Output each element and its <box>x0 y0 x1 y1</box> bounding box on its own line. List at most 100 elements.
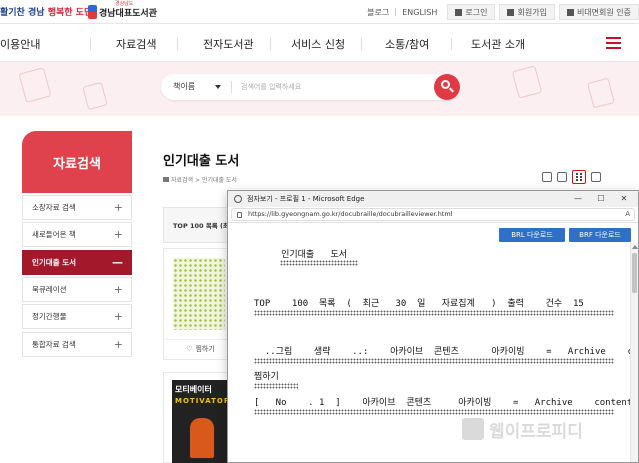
blog-link[interactable]: 블로그 <box>361 7 395 18</box>
braille-dots <box>254 358 614 364</box>
watermark: 웹이프로피디 <box>462 414 583 444</box>
menu-icon[interactable] <box>606 37 621 49</box>
sidebar-item-curation[interactable]: 북큐레이션 + <box>22 277 132 302</box>
page: 활기찬 경남 행복한 도민 경남대표도서관 경상남도 블로그 ENGLISH 로… <box>0 0 639 463</box>
join-button[interactable]: 회원가입 <box>499 4 555 20</box>
top-utility-bar: 활기찬 경남 행복한 도민 경남대표도서관 경상남도 블로그 ENGLISH 로… <box>0 0 639 24</box>
divider <box>90 38 91 50</box>
sidebar-item-integrated[interactable]: 통합자료 검색 + <box>22 332 132 357</box>
divider <box>361 38 362 50</box>
english-link[interactable]: ENGLISH <box>396 8 443 17</box>
cover-figure <box>190 418 214 458</box>
sidebar-item-periodicals[interactable]: 정기간행물 + <box>22 304 132 329</box>
braille-icon[interactable] <box>572 170 586 184</box>
breadcrumb-text: 자료검색 > 인기대출 도서 <box>171 177 237 184</box>
plus-icon: + <box>113 228 123 241</box>
search-box: 책이름 <box>161 74 461 100</box>
nav-item-elibrary[interactable]: 전자도서관 <box>203 36 254 52</box>
sidebar-item-holdings[interactable]: 소장자료 검색 + <box>22 195 132 220</box>
maximize-icon[interactable]: ☐ <box>595 193 607 205</box>
auth-label: 비대면회원 인증 <box>576 7 631 17</box>
login-button[interactable]: 로그인 <box>447 4 496 20</box>
book-deco-icon <box>587 77 615 109</box>
chevron-down-icon[interactable] <box>215 85 221 89</box>
sidebar-item-label: 정기간행물 <box>32 312 67 321</box>
page-tools <box>542 170 601 184</box>
divider <box>231 81 232 93</box>
sidebar-item-label: 인기대출 도서 <box>32 258 77 267</box>
minimize-icon[interactable]: — <box>572 193 584 205</box>
share-icon[interactable] <box>542 172 552 182</box>
divider <box>270 38 271 50</box>
sidebar-title: 자료검색 <box>22 131 132 193</box>
book-deco-icon <box>18 67 52 103</box>
id-card-icon <box>566 8 574 16</box>
search-button[interactable] <box>434 74 460 100</box>
scrollbar[interactable] <box>630 243 638 462</box>
watermark-logo-icon <box>462 418 484 440</box>
braille-text-line: [ No . 1 ] 아카이브 콘텐츠 아카이빙 = Archive conte… <box>254 398 639 408</box>
window-title: 점자보기 - 프로필 1 - Microsoft Edge <box>247 195 365 203</box>
slogan: 활기찬 경남 행복한 도민 <box>0 5 92 18</box>
cover-subtitle: MOTIVATOR <box>175 397 230 405</box>
address-bar[interactable]: https://lib.gyeongnam.go.kr/docubraille/… <box>231 208 635 221</box>
nav-item-guide[interactable]: 이용안내 <box>0 36 40 52</box>
nav-item-about[interactable]: 도서관 소개 <box>471 36 525 52</box>
plus-icon: + <box>113 201 123 214</box>
remote-auth-button[interactable]: 비대면회원 인증 <box>558 4 639 20</box>
braille-dots <box>280 260 358 266</box>
home-icon[interactable] <box>163 177 169 182</box>
nav-item-service[interactable]: 서비스 신청 <box>291 36 345 52</box>
minus-icon: — <box>112 256 123 269</box>
utility-links: 블로그 ENGLISH 로그인 회원가입 비대면회원 인증 <box>361 4 639 20</box>
sidebar-item-label: 새로들어온 책 <box>32 230 76 239</box>
breadcrumb: 자료검색 > 인기대출 도서 <box>163 175 237 184</box>
library-logo[interactable]: 경남대표도서관 경상남도 <box>88 1 157 21</box>
braille-text-line: 찜하기 <box>254 372 279 382</box>
book-deco-icon <box>82 81 108 111</box>
watermark-text: 웹이프로피디 <box>489 421 583 442</box>
scroll-up-icon[interactable] <box>632 245 638 249</box>
join-label: 회원가입 <box>517 7 547 17</box>
slogan-blue: 활기찬 경남 <box>0 8 45 18</box>
like-label: 찜하기 <box>195 344 215 353</box>
search-input[interactable] <box>241 80 431 94</box>
sidebar-item-new-books[interactable]: 새로들어온 책 + <box>22 222 132 247</box>
braille-text-line: TOP 100 목록 ( 최근 30 일 자료집계 ) 출력 건수 15 <box>254 299 584 309</box>
lock-icon <box>237 212 242 218</box>
print-icon[interactable] <box>557 172 567 182</box>
plus-icon: + <box>113 310 123 323</box>
search-category-select[interactable]: 책이름 <box>173 81 195 92</box>
scrollbar-thumb[interactable] <box>632 253 637 293</box>
sidebar-item-label: 북큐레이션 <box>32 285 67 294</box>
brl-download-button[interactable]: BRL 다운로드 <box>499 228 565 242</box>
book-deco-icon <box>511 65 543 99</box>
page-title: 인기대출 도서 <box>163 154 240 169</box>
user-icon <box>507 8 515 16</box>
sidebar-item-label: 통합자료 검색 <box>32 340 76 349</box>
nav-item-community[interactable]: 소통/참여 <box>385 36 429 52</box>
close-icon[interactable]: ✕ <box>618 193 630 205</box>
braille-text-line: 인기대출 도서 <box>254 250 348 260</box>
login-label: 로그인 <box>465 7 488 17</box>
book-cover[interactable] <box>173 258 225 330</box>
nav-item-search[interactable]: 자료검색 <box>116 36 156 52</box>
book-cover[interactable]: 모티베이터 MOTIVATOR <box>172 380 230 463</box>
window-titlebar[interactable]: 점자보기 - 프로필 1 - Microsoft Edge — ☐ ✕ <box>228 191 638 207</box>
speaker-icon[interactable] <box>591 172 601 182</box>
reader-icon[interactable]: A <box>625 210 630 218</box>
braille-dots <box>254 383 298 389</box>
logo-text: 경남대표도서관 <box>99 8 157 19</box>
address-url[interactable]: https://lib.gyeongnam.go.kr/docubraille/… <box>248 210 453 218</box>
main-nav: 이용안내 자료검색 전자도서관 서비스 신청 소통/참여 도서관 소개 <box>0 25 639 62</box>
edge-icon <box>234 195 242 203</box>
plus-icon: + <box>113 338 123 351</box>
lock-icon <box>455 8 463 16</box>
braille-text-line: ..그림 생략 ..: 아카이브 콘텐츠 아카이빙 = Archive co <box>254 347 639 357</box>
divider <box>177 38 178 50</box>
brf-download-button[interactable]: BRF 다운로드 <box>569 228 631 242</box>
braille-dots <box>254 310 614 316</box>
logo-mark-icon <box>88 5 97 19</box>
sidebar-item-label: 소장자료 검색 <box>32 203 76 212</box>
sidebar-item-popular[interactable]: 인기대출 도서 — <box>22 250 132 275</box>
